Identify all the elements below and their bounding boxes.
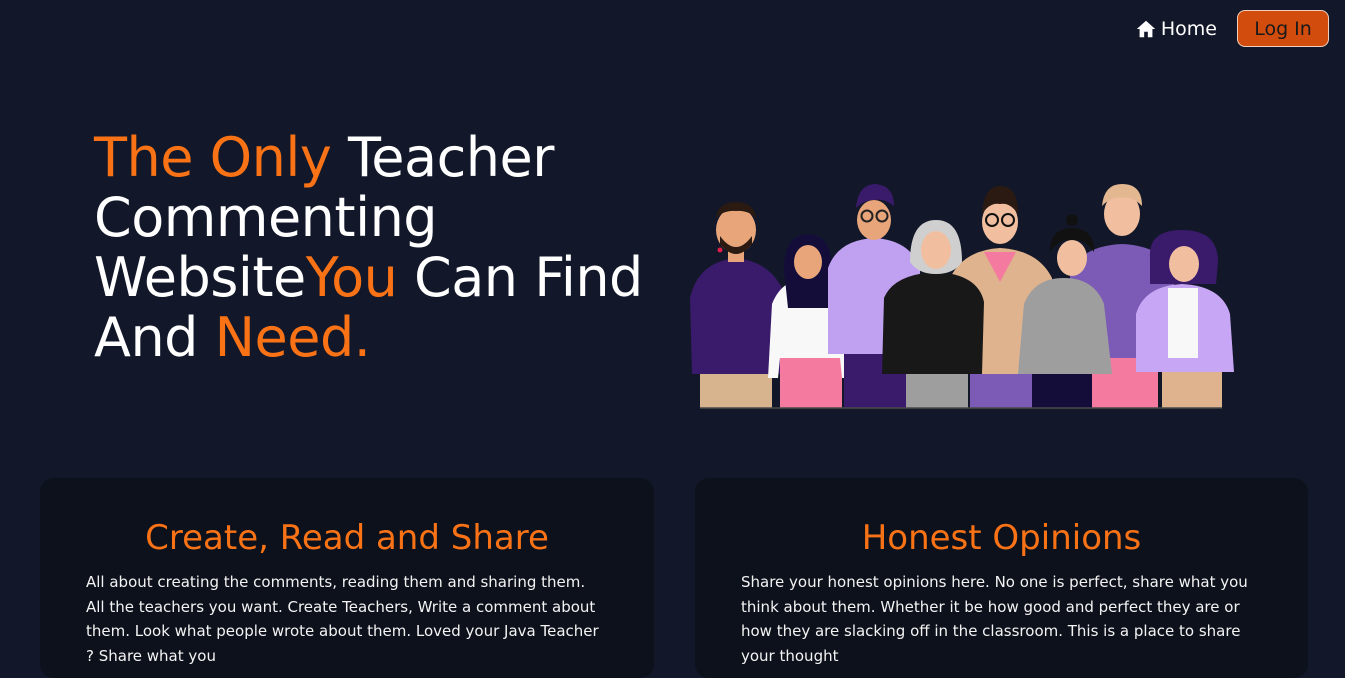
people-illustration: [688, 178, 1248, 410]
feature-card-honest-opinions: Honest Opinions Share your honest opinio…: [695, 478, 1308, 678]
feature-card-title: Create, Read and Share: [145, 518, 549, 558]
home-link[interactable]: Home: [1135, 18, 1217, 40]
home-icon: [1135, 18, 1157, 40]
feature-card-title: Honest Opinions: [861, 518, 1142, 558]
top-nav: Home Log In: [1135, 10, 1329, 47]
login-button[interactable]: Log In: [1237, 10, 1329, 47]
feature-card-create-read-share: Create, Read and Share All about creatin…: [40, 478, 654, 678]
hero-title: The Only Teacher Commenting WebsiteYou C…: [94, 128, 654, 368]
feature-card-body: All about creating the comments, reading…: [86, 573, 599, 665]
hero-title-accent-1: The Only: [94, 126, 332, 189]
home-link-label: Home: [1160, 17, 1217, 40]
feature-card-body: Share your honest opinions here. No one …: [741, 573, 1248, 665]
hero-title-accent-3: Need.: [214, 306, 371, 369]
hero-title-accent-2: You: [305, 246, 398, 309]
